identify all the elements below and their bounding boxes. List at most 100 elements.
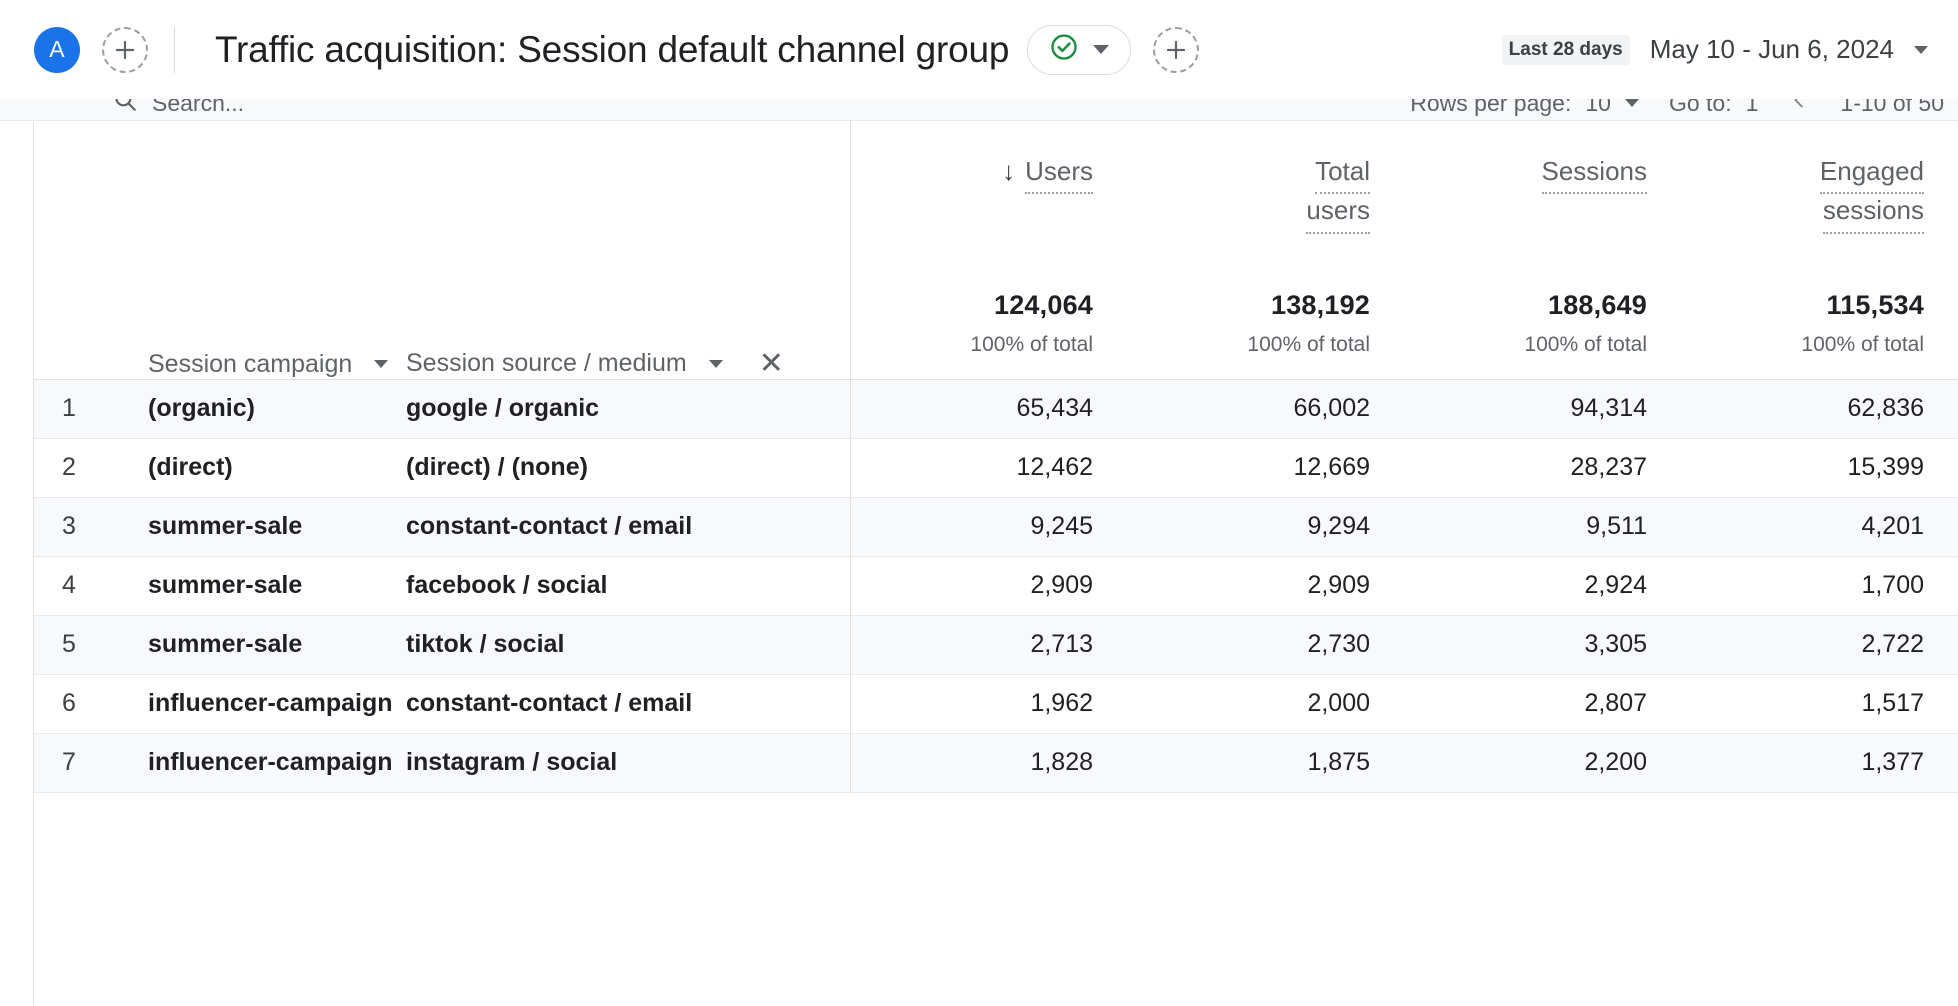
table-row[interactable]: 6 influencer-campaign constant-contact /… bbox=[34, 674, 1958, 733]
row-users: 12,462 bbox=[850, 438, 1127, 497]
row-total-users: 2,909 bbox=[1127, 556, 1404, 615]
chevron-down-icon bbox=[1914, 46, 1928, 54]
metric-label-line2: sessions bbox=[1823, 194, 1924, 233]
metric-total-pct: 100% of total bbox=[1801, 333, 1924, 357]
row-rank: 4 bbox=[34, 556, 110, 615]
row-users: 2,713 bbox=[850, 615, 1127, 674]
row-engaged-sessions: 1,517 bbox=[1681, 674, 1958, 733]
row-rank: 2 bbox=[34, 438, 110, 497]
row-source-medium[interactable]: tiktok / social bbox=[406, 615, 850, 674]
row-sessions: 2,924 bbox=[1404, 556, 1681, 615]
dimension-label: Session campaign bbox=[148, 350, 352, 379]
table-row[interactable]: 4 summer-sale facebook / social 2,909 2,… bbox=[34, 556, 1958, 615]
row-campaign[interactable]: influencer-campaign bbox=[110, 733, 406, 792]
metric-label: Users bbox=[1025, 155, 1093, 194]
row-engaged-sessions: 2,722 bbox=[1681, 615, 1958, 674]
metric-total-pct: 100% of total bbox=[1524, 333, 1647, 357]
toolbar-strip bbox=[0, 99, 1958, 121]
row-users: 9,245 bbox=[850, 497, 1127, 556]
row-campaign[interactable]: summer-sale bbox=[110, 556, 406, 615]
metric-header-engaged-sessions[interactable]: Engaged sessions 115,534 100% of total bbox=[1681, 121, 1958, 379]
row-total-users: 9,294 bbox=[1127, 497, 1404, 556]
row-source-medium[interactable]: constant-contact / email bbox=[406, 497, 850, 556]
row-sessions: 2,807 bbox=[1404, 674, 1681, 733]
avatar-initial: A bbox=[49, 36, 65, 63]
metric-label-line1: Engaged bbox=[1820, 155, 1924, 194]
chevron-down-icon bbox=[1093, 45, 1109, 54]
metric-total-value: 188,649 bbox=[1524, 290, 1647, 321]
row-rank: 5 bbox=[34, 615, 110, 674]
avatar[interactable]: A bbox=[34, 27, 80, 73]
row-sessions: 94,314 bbox=[1404, 379, 1681, 438]
row-sessions: 9,511 bbox=[1404, 497, 1681, 556]
metric-header-total-users[interactable]: Total users 138,192 100% of total bbox=[1127, 121, 1404, 379]
row-users: 1,962 bbox=[850, 674, 1127, 733]
chevron-down-icon[interactable] bbox=[709, 360, 723, 368]
row-rank: 3 bbox=[34, 497, 110, 556]
row-source-medium[interactable]: instagram / social bbox=[406, 733, 850, 792]
table-row[interactable]: 2 (direct) (direct) / (none) 12,462 12,6… bbox=[34, 438, 1958, 497]
arrow-down-icon: ↓ bbox=[1002, 156, 1015, 186]
row-source-medium[interactable]: google / organic bbox=[406, 379, 850, 438]
metric-total-sessions: 188,649 100% of total bbox=[1524, 290, 1647, 379]
row-campaign[interactable]: summer-sale bbox=[110, 615, 406, 674]
date-range-picker[interactable]: Last 28 days May 10 - Jun 6, 2024 bbox=[1502, 34, 1928, 65]
row-sessions: 28,237 bbox=[1404, 438, 1681, 497]
row-source-medium[interactable]: (direct) / (none) bbox=[406, 438, 850, 497]
table-header-row: Session campaign Session source / medium… bbox=[34, 121, 1958, 379]
row-rank: 6 bbox=[34, 674, 110, 733]
report-table: Session campaign Session source / medium… bbox=[34, 121, 1958, 793]
audience-selector[interactable] bbox=[1027, 25, 1131, 75]
metric-label-line1: Total bbox=[1315, 155, 1370, 194]
metric-header-sessions[interactable]: Sessions 188,649 100% of total bbox=[1404, 121, 1681, 379]
row-campaign[interactable]: summer-sale bbox=[110, 497, 406, 556]
add-comparison-button[interactable] bbox=[1153, 27, 1199, 73]
metric-header-users[interactable]: ↓ Users 124,064 100% of total bbox=[850, 121, 1127, 379]
rank-header bbox=[34, 121, 110, 379]
metric-label-line2: users bbox=[1306, 194, 1370, 233]
plus-icon bbox=[113, 38, 137, 62]
row-rank: 1 bbox=[34, 379, 110, 438]
row-source-medium[interactable]: constant-contact / email bbox=[406, 674, 850, 733]
row-source-medium[interactable]: facebook / social bbox=[406, 556, 850, 615]
table-row[interactable]: 1 (organic) google / organic 65,434 66,0… bbox=[34, 379, 1958, 438]
chevron-down-icon[interactable] bbox=[374, 360, 388, 368]
row-campaign[interactable]: (direct) bbox=[110, 438, 406, 497]
row-campaign[interactable]: influencer-campaign bbox=[110, 674, 406, 733]
table-body: 1 (organic) google / organic 65,434 66,0… bbox=[34, 379, 1958, 792]
row-total-users: 2,730 bbox=[1127, 615, 1404, 674]
metric-total-pct: 100% of total bbox=[970, 333, 1093, 357]
metric-total-value: 115,534 bbox=[1801, 290, 1924, 321]
row-campaign[interactable]: (organic) bbox=[110, 379, 406, 438]
table-row[interactable]: 5 summer-sale tiktok / social 2,713 2,73… bbox=[34, 615, 1958, 674]
row-engaged-sessions: 1,700 bbox=[1681, 556, 1958, 615]
row-engaged-sessions: 4,201 bbox=[1681, 497, 1958, 556]
app-bar: A Traffic acquisition: Session default c… bbox=[0, 0, 1958, 99]
metric-total-pct: 100% of total bbox=[1247, 333, 1370, 357]
check-circle-icon bbox=[1049, 32, 1079, 67]
metric-total-value: 124,064 bbox=[970, 290, 1093, 321]
dimension-header-session-campaign[interactable]: Session campaign bbox=[110, 121, 406, 379]
divider bbox=[174, 27, 175, 73]
metric-total-users: 124,064 100% of total bbox=[970, 290, 1093, 379]
row-sessions: 2,200 bbox=[1404, 733, 1681, 792]
row-total-users: 2,000 bbox=[1127, 674, 1404, 733]
date-range-value: May 10 - Jun 6, 2024 bbox=[1650, 34, 1894, 65]
row-total-users: 1,875 bbox=[1127, 733, 1404, 792]
table-row[interactable]: 3 summer-sale constant-contact / email 9… bbox=[34, 497, 1958, 556]
row-users: 65,434 bbox=[850, 379, 1127, 438]
metric-label: Sessions bbox=[1542, 155, 1648, 194]
add-property-button[interactable] bbox=[102, 27, 148, 73]
row-engaged-sessions: 1,377 bbox=[1681, 733, 1958, 792]
row-total-users: 12,669 bbox=[1127, 438, 1404, 497]
row-engaged-sessions: 15,399 bbox=[1681, 438, 1958, 497]
table-row[interactable]: 7 influencer-campaign instagram / social… bbox=[34, 733, 1958, 792]
dimension-header-session-source-medium[interactable]: Session source / medium ✕ bbox=[406, 121, 850, 379]
metric-total-value: 138,192 bbox=[1247, 290, 1370, 321]
row-rank: 7 bbox=[34, 733, 110, 792]
close-icon[interactable]: ✕ bbox=[759, 349, 784, 379]
row-total-users: 66,002 bbox=[1127, 379, 1404, 438]
metric-total-engaged-sessions: 115,534 100% of total bbox=[1801, 290, 1924, 379]
row-sessions: 3,305 bbox=[1404, 615, 1681, 674]
row-engaged-sessions: 62,836 bbox=[1681, 379, 1958, 438]
